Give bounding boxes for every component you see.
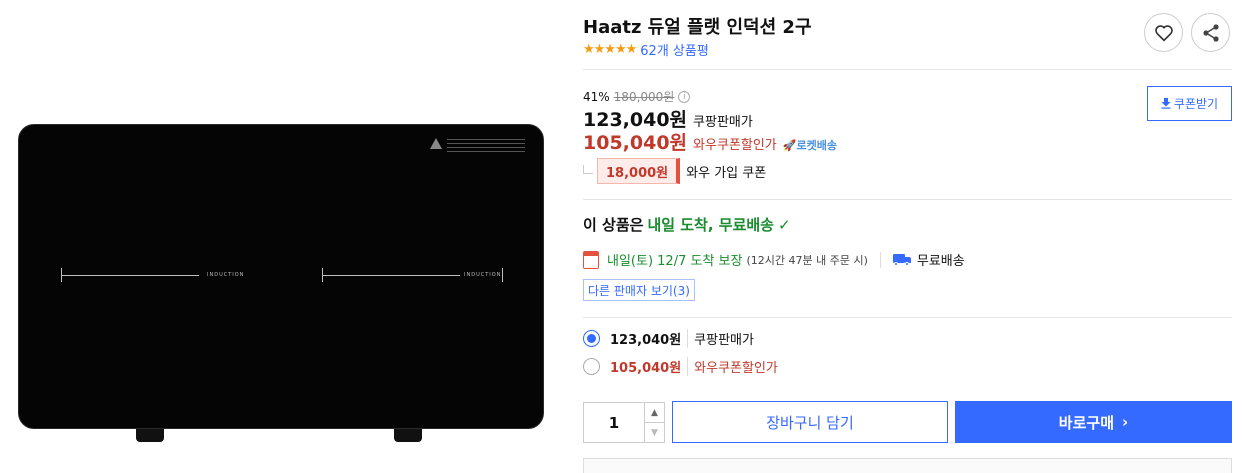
cooktop-foot-left (136, 429, 164, 442)
wishlist-button[interactable] (1144, 13, 1183, 52)
chevron-up-icon[interactable]: ▲ (645, 403, 664, 422)
cooking-zone-right: INDUCTION (322, 268, 506, 282)
warning-icon (430, 138, 442, 149)
wow-price: 105,040원 (583, 132, 688, 154)
discount-row: 41% 180,000원 i (583, 88, 691, 105)
option-label: 와우쿠폰할인가 (694, 361, 778, 376)
cooktop-foot-right (394, 429, 422, 442)
coupon-label: 와우 가입 쿠폰 (686, 165, 767, 181)
product-image[interactable]: INDUCTION INDUCTION (18, 124, 544, 442)
wow-price-row: 105,040원 와우쿠폰할인가 🚀로켓배송 (583, 128, 837, 155)
bottom-info-box (583, 458, 1232, 473)
price-option-coupang[interactable]: 123,040원 쿠팡판매가 (583, 329, 754, 348)
delivery-info-row: 내일(토) 12/7 도착 보장 (12시간 47분 내 주문 시) 무료배송 (583, 250, 965, 269)
cooktop-glass-surface: INDUCTION INDUCTION (18, 124, 544, 429)
share-icon (1202, 23, 1219, 42)
add-to-cart-button[interactable]: 장바구니 담기 (672, 401, 948, 443)
rating[interactable]: ★★★★★ 62개 상품평 (583, 40, 709, 59)
wow-coupon-row: 18,000원 와우 가입 쿠폰 (583, 158, 766, 184)
rocket-delivery-badge: 🚀로켓배송 (782, 139, 837, 152)
coupon-download-button[interactable]: 쿠폰받기 (1147, 86, 1232, 121)
share-button[interactable] (1191, 13, 1230, 52)
radio-selected[interactable] (583, 330, 600, 347)
quantity-stepper[interactable]: 1 ▲ ▼ (583, 402, 665, 443)
induction-label-right: INDUCTION (464, 272, 502, 278)
review-count-link[interactable]: 62개 상품평 (640, 40, 709, 59)
quantity-input[interactable]: 1 (584, 403, 644, 442)
warning-text-block (447, 139, 525, 155)
original-price: 180,000원 (613, 90, 675, 104)
other-sellers-button[interactable]: 다른 판매자 보기(3) (583, 279, 695, 301)
warning-label (430, 138, 525, 156)
buy-now-label: 바로구매 (1058, 413, 1114, 432)
delivery-headline-prefix: 이 상품은 (583, 216, 644, 234)
coupon-amount-tag: 18,000원 (597, 158, 681, 184)
divider (583, 69, 1232, 70)
delivery-date: 내일(토) 12/7 도착 보장 (607, 254, 743, 269)
divider (583, 199, 1232, 200)
tree-connector (583, 164, 593, 174)
coupon-button-label: 쿠폰받기 (1173, 97, 1219, 111)
radio-unselected[interactable] (583, 358, 600, 375)
option-price: 123,040원 (610, 329, 689, 348)
cooking-zone-left: INDUCTION (61, 268, 245, 282)
delivery-headline: 이 상품은 내일 도착, 무료배송 ✓ (583, 214, 791, 235)
quantity-arrows: ▲ ▼ (644, 403, 664, 442)
discount-rate: 41% (583, 89, 610, 104)
order-deadline: (12시간 47분 내 주문 시) (746, 253, 868, 267)
option-price: 105,040원 (610, 357, 689, 376)
separator (879, 251, 881, 268)
product-title: Haatz 듀얼 플랫 인덕션 2구 (583, 17, 812, 38)
induction-label-left: INDUCTION (207, 272, 245, 278)
chevron-right-icon: › (1122, 413, 1129, 431)
divider (583, 317, 1232, 318)
heart-icon (1154, 24, 1173, 42)
free-shipping-label: 무료배송 (916, 254, 965, 269)
truck-icon (892, 253, 911, 266)
delivery-headline-highlight: 내일 도착, 무료배송 (647, 216, 774, 234)
buy-now-button[interactable]: 바로구매 › (955, 401, 1232, 443)
info-icon[interactable]: i (678, 90, 691, 103)
price-option-wow[interactable]: 105,040원 와우쿠폰할인가 (583, 357, 778, 376)
download-icon (1161, 98, 1171, 109)
wow-price-label: 와우쿠폰할인가 (693, 138, 777, 153)
check-icon: ✓ (777, 215, 791, 234)
star-rating-icon: ★★★★★ (583, 41, 637, 57)
chevron-down-icon[interactable]: ▼ (645, 422, 664, 442)
option-label: 쿠팡판매가 (694, 333, 754, 348)
calendar-icon (583, 250, 599, 269)
